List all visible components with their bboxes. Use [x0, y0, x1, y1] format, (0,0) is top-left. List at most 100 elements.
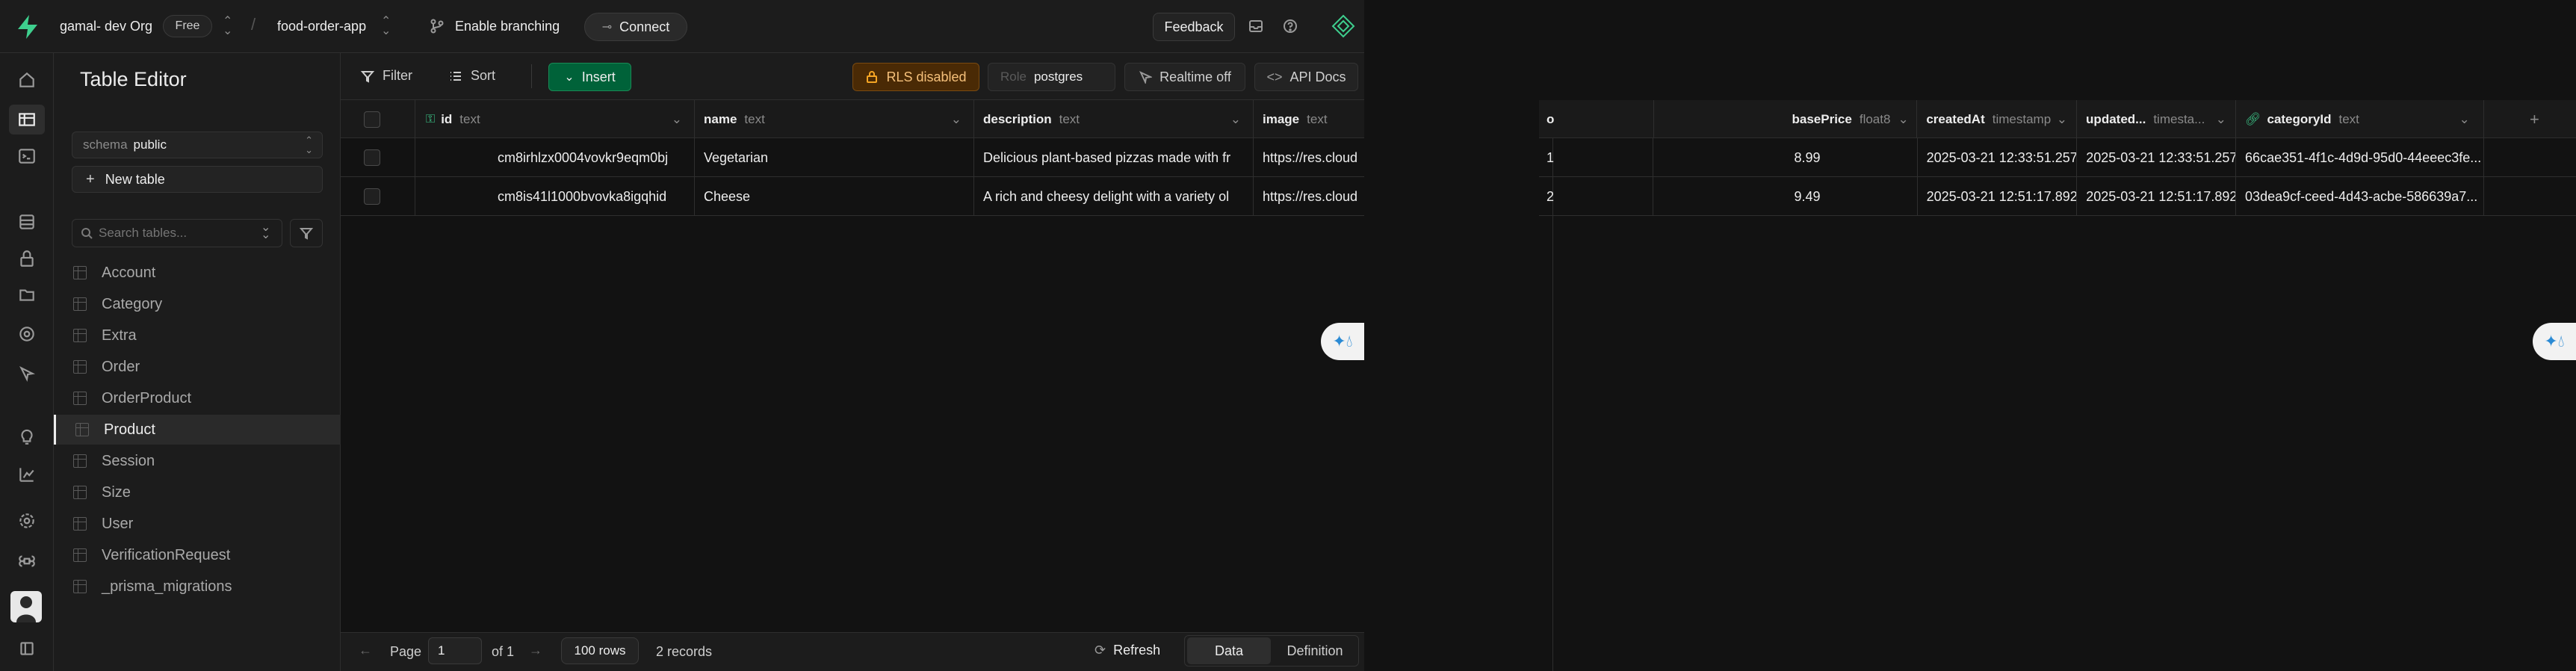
table-editor-icon[interactable] [16, 109, 37, 130]
sidebar-item-extra[interactable]: Extra [54, 321, 341, 350]
column-header-image[interactable]: image text [1254, 100, 1364, 138]
sql-editor-icon[interactable] [16, 146, 37, 167]
sidebar-item-verificationrequest[interactable]: VerificationRequest [54, 540, 341, 570]
cell-id[interactable]: cm8irhlzx0004vovkr9eqm0bj [415, 138, 695, 177]
assistant-icon[interactable] [1331, 13, 1356, 43]
sidebar-item-prisma-migrations[interactable]: _prisma_migrations [54, 572, 341, 602]
cell-o[interactable]: 1 [1539, 138, 1654, 177]
sidebar-item-category[interactable]: Category [54, 289, 341, 319]
column-header-categoryid[interactable]: 🔗︎ categoryId text ⌄ [2236, 100, 2484, 138]
org-switch-icon[interactable]: ⌃ ⌄ [223, 16, 232, 37]
filter-tables-button[interactable] [290, 219, 323, 247]
chevron-down-icon[interactable]: ⌄ [2057, 112, 2067, 127]
storage-icon[interactable] [16, 284, 37, 305]
cell-createdat[interactable]: 2025-03-21 12:51:17.892 [1918, 177, 2078, 216]
table-row[interactable]: 1 8.99 2025-03-21 12:33:51.257 2025-03-2… [1539, 138, 2576, 177]
auth-lock-icon[interactable] [16, 248, 37, 269]
expand-all-icon[interactable]: ⌄ ⌄ [261, 222, 270, 241]
sidebar-item-user[interactable]: User [54, 509, 341, 539]
column-header-description[interactable]: description text ⌄ [974, 100, 1254, 138]
home-icon[interactable] [16, 69, 37, 90]
new-table-button[interactable]: + New table [72, 166, 323, 193]
sidebar-item-session[interactable]: Session [54, 446, 341, 476]
chevron-down-icon[interactable]: ⌄ [2216, 112, 2226, 127]
reports-icon[interactable] [16, 464, 37, 485]
settings-icon[interactable] [16, 510, 37, 531]
tab-data[interactable]: Data [1187, 637, 1271, 664]
sidebar-item-account[interactable]: Account [54, 258, 341, 288]
column-header-name[interactable]: name text ⌄ [695, 100, 974, 138]
row-checkbox[interactable] [363, 188, 380, 205]
command-icon[interactable] [16, 551, 37, 572]
cell-description[interactable]: Delicious plant-based pizzas made with f… [974, 138, 1254, 177]
cell-baseprice[interactable]: 8.99 [1653, 138, 1918, 177]
supabase-logo[interactable] [15, 13, 40, 40]
column-header-baseprice[interactable]: basePrice float8 ⌄ [1654, 100, 1918, 138]
column-header-id[interactable]: ⚿ id text ⌄ [415, 100, 695, 138]
cell-o[interactable]: 2 [1539, 177, 1654, 216]
sidebar-item-label: Account [102, 264, 156, 281]
edge-functions-icon[interactable] [16, 324, 37, 344]
help-icon[interactable] [1282, 18, 1298, 38]
select-all-checkbox[interactable] [363, 111, 380, 128]
assistant-bubble[interactable]: ✦💧︎ [2533, 323, 2576, 360]
cell-createdat[interactable]: 2025-03-21 12:33:51.257 [1918, 138, 2078, 177]
chevron-down-icon[interactable]: ⌄ [1230, 112, 1241, 127]
project-name[interactable]: food-order-app [277, 19, 366, 34]
realtime-button[interactable]: Realtime off [1124, 63, 1245, 91]
project-switch-icon[interactable]: ⌃ ⌄ [381, 16, 391, 37]
add-column-button[interactable]: + [2530, 110, 2539, 129]
database-icon[interactable] [16, 211, 37, 232]
table-row[interactable]: 2 9.49 2025-03-21 12:51:17.892 2025-03-2… [1539, 177, 2576, 216]
avatar[interactable] [10, 591, 42, 622]
search-input[interactable] [99, 222, 256, 244]
column-header-createdat[interactable]: createdAt timestamp ⌄ [1917, 100, 2078, 138]
cell-description[interactable]: A rich and cheesy delight with a variety… [974, 177, 1254, 216]
inbox-icon[interactable] [1248, 18, 1264, 38]
table-row[interactable]: cm8is41l1000bvovka8igqhid Cheese A rich … [341, 177, 1364, 216]
refresh-button[interactable]: ⟳ Refresh [1095, 643, 1160, 658]
cell-updatedat[interactable]: 2025-03-21 12:51:17.892 [2077, 177, 2237, 216]
org-name[interactable]: gamal- dev Org [60, 19, 152, 34]
enable-branching-button[interactable]: Enable branching [455, 19, 560, 34]
rows-per-page-button[interactable]: 100 rows [561, 637, 639, 664]
cell-name[interactable]: Cheese [695, 177, 974, 216]
sidebar-item-size[interactable]: Size [54, 477, 341, 507]
sidebar-item-order[interactable]: Order [54, 352, 341, 382]
connect-button[interactable]: ⊸ Connect [584, 13, 687, 41]
cell-categoryid[interactable]: 03dea9cf-ceed-4d43-acbe-586639a7... [2236, 177, 2484, 216]
chevron-down-icon[interactable]: ⌄ [2459, 112, 2470, 127]
sidebar-item-orderproduct[interactable]: OrderProduct [54, 383, 341, 413]
cell-updatedat[interactable]: 2025-03-21 12:33:51.257 [2077, 138, 2237, 177]
schema-selector[interactable]: schema public ⌃ ⌄ [72, 132, 323, 158]
column-header-o[interactable]: o [1539, 100, 1654, 138]
feedback-button[interactable]: Feedback [1153, 13, 1235, 41]
filter-button[interactable]: Filter [360, 68, 412, 84]
realtime-icon[interactable] [16, 363, 37, 384]
row-checkbox[interactable] [363, 149, 380, 166]
rls-disabled-button[interactable]: RLS disabled [852, 63, 979, 91]
column-header-updatedat[interactable]: updated... timesta... ⌄ [2077, 100, 2236, 138]
chevron-down-icon[interactable]: ⌄ [672, 112, 682, 127]
collapse-sidebar-icon[interactable] [16, 638, 37, 659]
api-docs-button[interactable]: <> API Docs [1254, 63, 1358, 91]
cell-baseprice[interactable]: 9.49 [1653, 177, 1918, 216]
assistant-bubble[interactable]: ✦💧︎ [1321, 323, 1364, 360]
tab-definition[interactable]: Definition [1274, 637, 1356, 664]
table-row[interactable]: cm8irhlzx0004vovkr9eqm0bj Vegetarian Del… [341, 138, 1364, 177]
role-selector[interactable]: Role postgres [988, 63, 1115, 91]
cell-image[interactable]: https://res.cloud [1254, 138, 1364, 177]
sort-button[interactable]: Sort [448, 68, 495, 84]
sidebar-item-product[interactable]: Product [54, 415, 341, 445]
cell-id[interactable]: cm8is41l1000bvovka8igqhid [415, 177, 695, 216]
page-input[interactable] [428, 637, 482, 664]
chevron-down-icon[interactable]: ⌄ [1898, 112, 1908, 127]
advisors-bulb-icon[interactable] [16, 426, 37, 447]
cell-image[interactable]: https://res.cloud [1254, 177, 1364, 216]
next-page-arrow-icon[interactable]: → [529, 643, 542, 658]
chevron-down-icon[interactable]: ⌄ [951, 112, 962, 127]
prev-page-arrow-icon[interactable]: ← [359, 643, 372, 658]
cell-categoryid[interactable]: 66cae351-4f1c-4d9d-95d0-44eeec3fe... [2236, 138, 2484, 177]
insert-button[interactable]: ⌄ Insert [548, 63, 631, 91]
cell-name[interactable]: Vegetarian [695, 138, 974, 177]
